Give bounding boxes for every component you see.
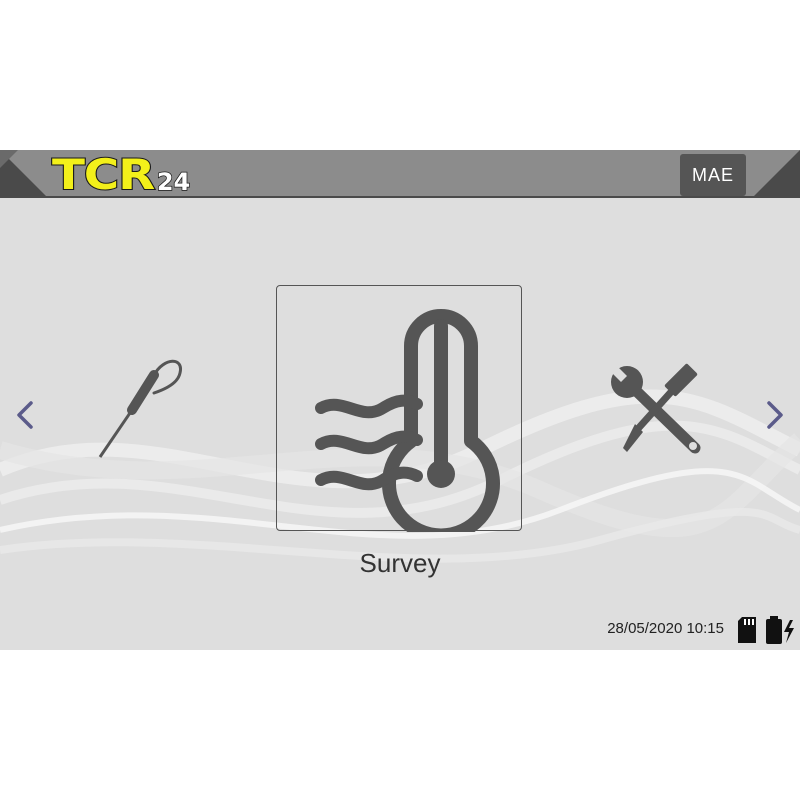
thermometer-icon — [315, 309, 500, 532]
datetime-display: 28/05/2020 10:15 — [607, 620, 724, 637]
header-bar: TCR 24 MAE — [0, 150, 800, 200]
previous-arrow-icon[interactable] — [14, 395, 36, 435]
sd-card-icon — [738, 617, 756, 643]
next-arrow-icon[interactable] — [764, 395, 786, 435]
logo-main-text: TCR — [51, 150, 157, 199]
survey-tile-label: Survey — [359, 548, 441, 578]
app-logo: TCR 24 — [51, 150, 191, 199]
tools-icon[interactable] — [605, 360, 715, 460]
survey-tile[interactable] — [276, 285, 522, 532]
device-screen: TCR 24 MAE Survey 28/05/2020 10:15 — [0, 150, 800, 650]
battery-charging-icon — [766, 616, 794, 644]
logo-model-number: 24 — [156, 168, 191, 196]
brand-badge: MAE — [680, 154, 746, 196]
probe-icon[interactable] — [92, 355, 192, 465]
